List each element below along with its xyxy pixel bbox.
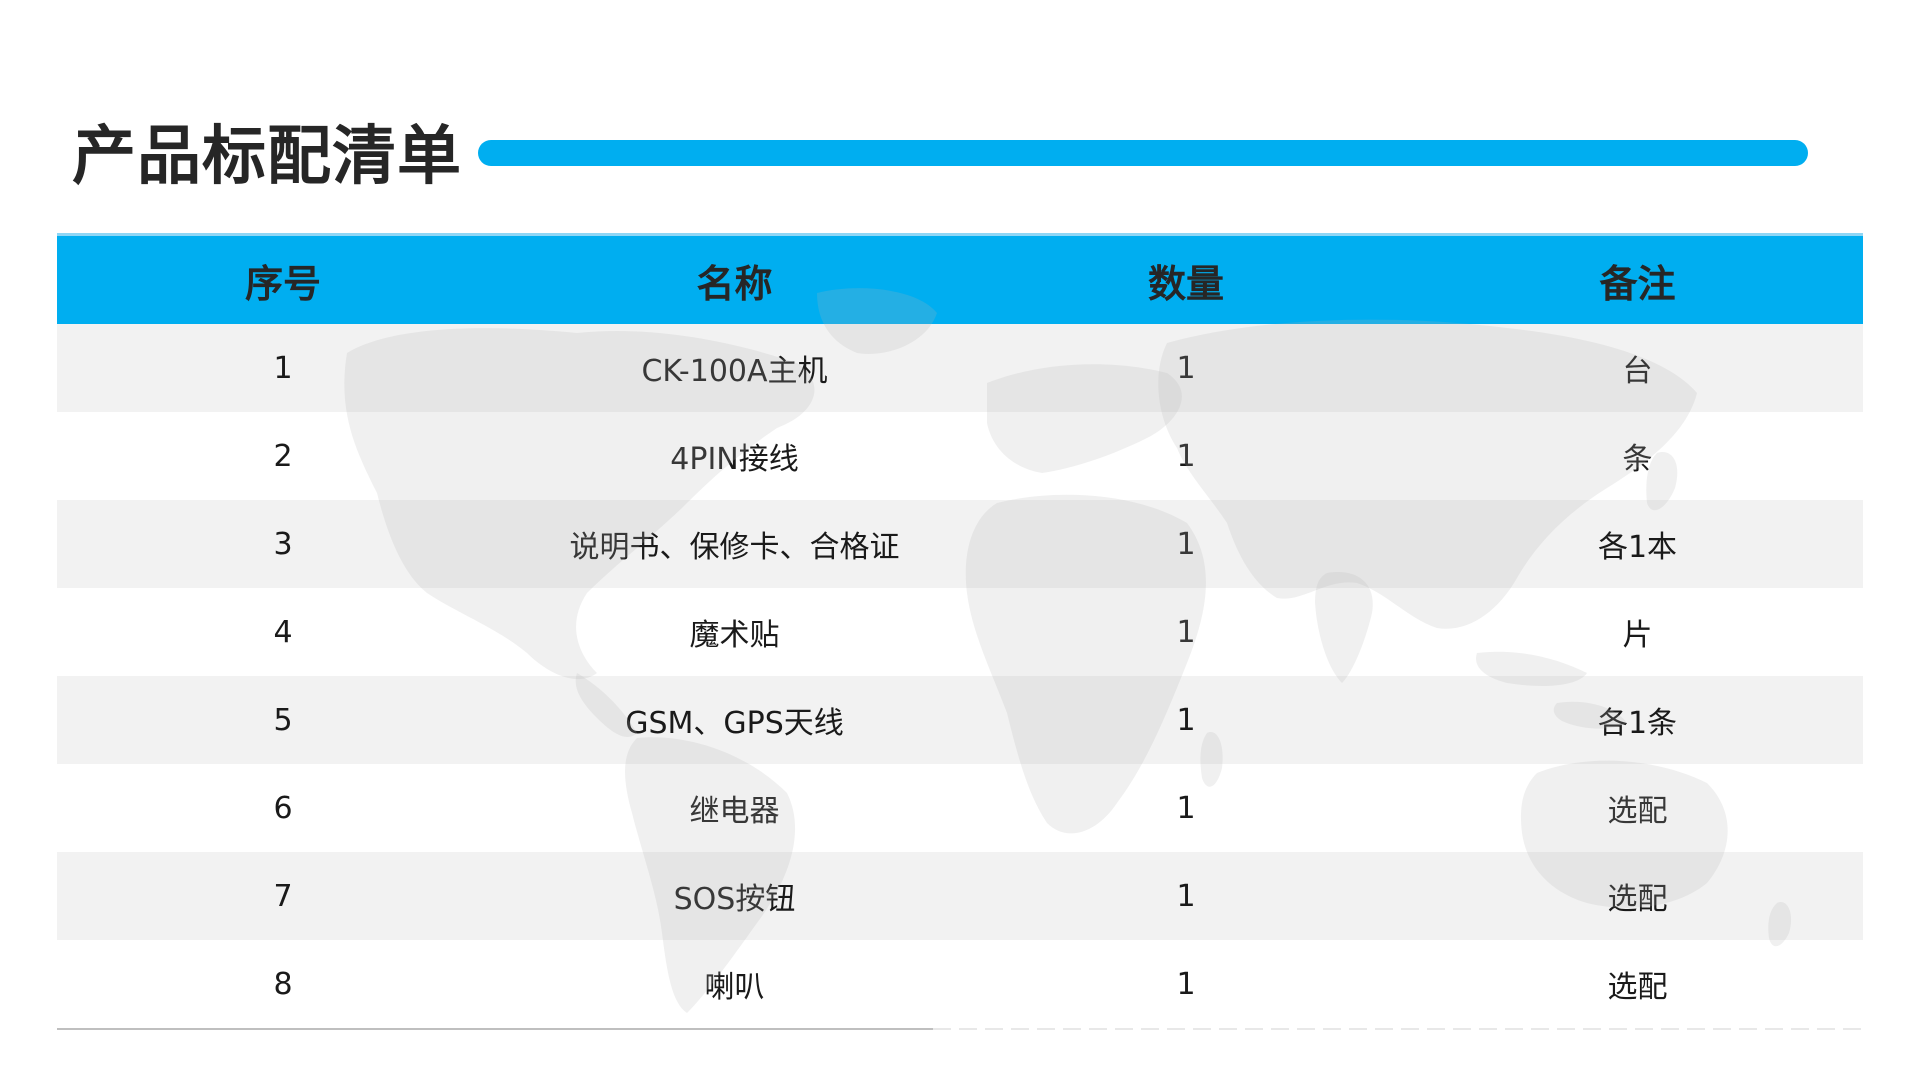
table-header-row: 序号 名称 数量 备注	[57, 233, 1863, 324]
cell-index: 2	[57, 412, 509, 500]
spec-table-container: 序号 名称 数量 备注 1 CK-100A主机 1 台 2 4PIN接线 1 条	[57, 233, 1863, 1029]
cell-index: 3	[57, 500, 509, 588]
table-row: 5 GSM、GPS天线 1 各1条	[57, 676, 1863, 764]
cell-name: 4PIN接线	[509, 412, 960, 500]
page-title: 产品标配清单	[72, 120, 462, 194]
cell-quantity: 1	[960, 500, 1412, 588]
table-bottom-border-fade	[933, 1028, 1863, 1030]
table-row: 2 4PIN接线 1 条	[57, 412, 1863, 500]
cell-quantity: 1	[960, 588, 1412, 676]
cell-index: 8	[57, 940, 509, 1028]
cell-index: 6	[57, 764, 509, 852]
cell-quantity: 1	[960, 764, 1412, 852]
cell-index: 1	[57, 324, 509, 412]
table-row: 8 喇叭 1 选配	[57, 940, 1863, 1028]
cell-name: 魔术贴	[509, 588, 960, 676]
spec-table: 序号 名称 数量 备注 1 CK-100A主机 1 台 2 4PIN接线 1 条	[57, 233, 1863, 1028]
cell-index: 4	[57, 588, 509, 676]
cell-note: 各1条	[1412, 676, 1863, 764]
cell-name: CK-100A主机	[509, 324, 960, 412]
table-row: 7 SOS按钮 1 选配	[57, 852, 1863, 940]
cell-quantity: 1	[960, 324, 1412, 412]
cell-name: GSM、GPS天线	[509, 676, 960, 764]
table-bottom-border	[57, 1028, 1863, 1030]
cell-note: 选配	[1412, 764, 1863, 852]
table-row: 1 CK-100A主机 1 台	[57, 324, 1863, 412]
table-row: 4 魔术贴 1 片	[57, 588, 1863, 676]
cell-name: 说明书、保修卡、合格证	[509, 500, 960, 588]
cell-note: 台	[1412, 324, 1863, 412]
header-quantity: 数量	[960, 233, 1412, 324]
header-index: 序号	[57, 233, 509, 324]
cell-note: 选配	[1412, 940, 1863, 1028]
cell-name: 继电器	[509, 764, 960, 852]
header-name: 名称	[509, 233, 960, 324]
slide: 产品标配清单 序号 名称 数量 备注 1 CK-100A主机 1 台 2 4PI…	[0, 0, 1920, 1080]
title-accent-bar	[478, 140, 1808, 166]
cell-quantity: 1	[960, 412, 1412, 500]
cell-note: 条	[1412, 412, 1863, 500]
cell-quantity: 1	[960, 852, 1412, 940]
cell-name: SOS按钮	[509, 852, 960, 940]
table-row: 6 继电器 1 选配	[57, 764, 1863, 852]
cell-quantity: 1	[960, 676, 1412, 764]
header-note: 备注	[1412, 233, 1863, 324]
cell-name: 喇叭	[509, 940, 960, 1028]
cell-quantity: 1	[960, 940, 1412, 1028]
cell-index: 7	[57, 852, 509, 940]
cell-note: 片	[1412, 588, 1863, 676]
cell-note: 选配	[1412, 852, 1863, 940]
table-row: 3 说明书、保修卡、合格证 1 各1本	[57, 500, 1863, 588]
cell-index: 5	[57, 676, 509, 764]
cell-note: 各1本	[1412, 500, 1863, 588]
